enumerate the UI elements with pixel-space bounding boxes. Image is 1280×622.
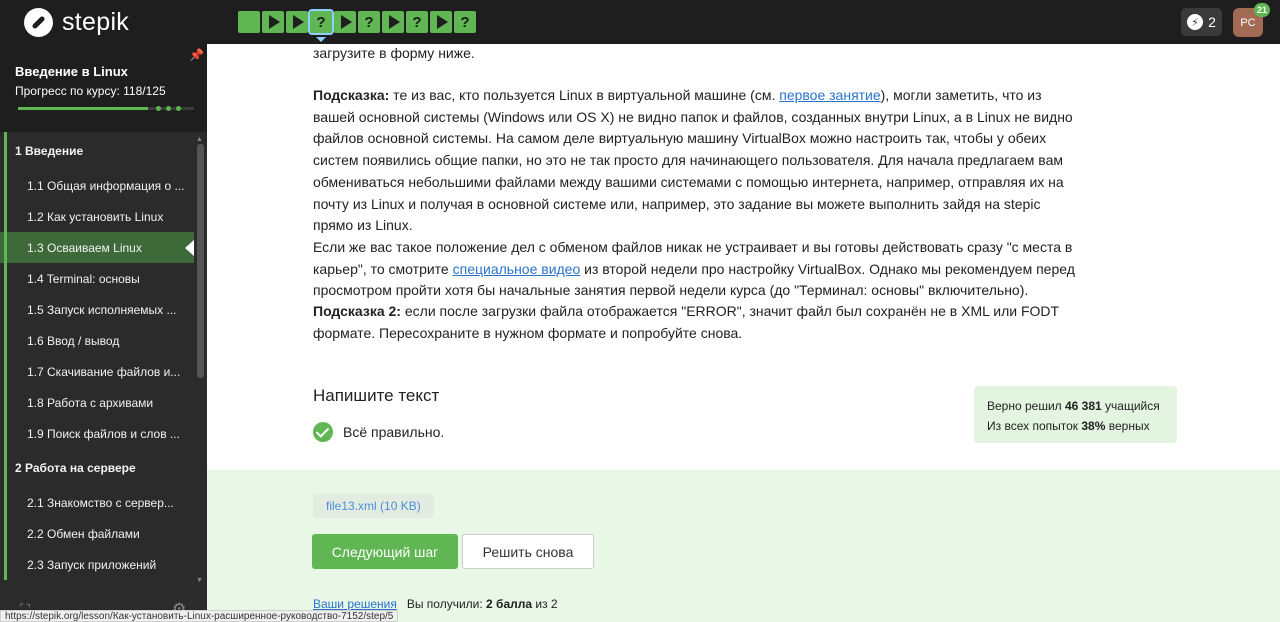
hint-2: Подсказка 2: если после загрузки файла о… xyxy=(313,301,1083,344)
score-value: 2 балла xyxy=(486,597,533,611)
sidebar-section[interactable]: 1 Введение xyxy=(0,132,207,170)
score-text: Вы получили: 2 балла из 2 xyxy=(407,597,558,611)
step-video[interactable] xyxy=(262,11,284,33)
progress-dot xyxy=(166,106,171,111)
score-row: Ваши решения Вы получили: 2 балла из 2 xyxy=(313,597,558,611)
notification-badge: 21 xyxy=(1254,3,1271,17)
step-video[interactable] xyxy=(286,11,308,33)
course-sidebar: 📌 Введение в Linux Прогресс по курсу: 11… xyxy=(0,44,207,622)
step-quiz[interactable]: ? xyxy=(454,11,476,33)
sidebar-lesson-item[interactable]: 1.1 Общая информация о ... xyxy=(0,170,207,201)
attempts-suffix: верных xyxy=(1105,419,1150,433)
score-prefix: Вы получили: xyxy=(406,597,487,611)
course-progress-bar xyxy=(18,106,194,111)
check-circle-icon xyxy=(313,422,333,442)
step-glyph: ? xyxy=(316,13,326,31)
scroll-up-icon[interactable]: ▲ xyxy=(196,136,203,143)
top-bar: stepik ???? ⚡ 2 РС 21 xyxy=(0,0,1280,44)
lesson-steps-bar: ???? xyxy=(238,9,476,42)
step-text[interactable] xyxy=(238,11,260,33)
attempts-text: Из всех попыток xyxy=(987,419,1082,433)
energy-count: 2 xyxy=(1208,14,1216,30)
step-video[interactable] xyxy=(334,11,356,33)
sidebar-lesson-item[interactable]: 1.9 Поиск файлов и слов ... xyxy=(0,418,207,449)
step-glyph: ? xyxy=(460,13,470,31)
hint-1: Подсказка: те из вас, кто пользуется Lin… xyxy=(313,85,1083,302)
stepik-logo[interactable]: stepik xyxy=(24,8,129,37)
course-progress-label: Прогресс по курсу: 118/125 xyxy=(15,84,166,98)
special-video-link[interactable]: специальное видео xyxy=(453,261,581,277)
sidebar-lesson-item[interactable]: 1.8 Работа с архивами xyxy=(0,387,207,418)
energy-counter[interactable]: ⚡ 2 xyxy=(1181,8,1222,36)
step-quiz[interactable]: ? xyxy=(308,9,334,42)
pin-icon[interactable]: 📌 xyxy=(189,48,204,62)
solved-text: Верно решил xyxy=(987,399,1065,413)
sidebar-lesson-item[interactable]: 1.3 Осваиваем Linux xyxy=(0,232,194,263)
first-lesson-link[interactable]: первое занятие xyxy=(779,87,880,103)
step-content: загрузите в форму ниже. Подсказка: те из… xyxy=(207,44,1280,622)
step-quiz[interactable]: ? xyxy=(358,11,380,33)
uploaded-file-chip[interactable]: file13.xml (10 KB) xyxy=(313,494,434,518)
intro-text: загрузите в форму ниже. xyxy=(313,45,475,61)
your-solutions-link[interactable]: Ваши решения xyxy=(313,597,397,611)
correct-status: Всё правильно. xyxy=(313,422,444,442)
brand-name: stepik xyxy=(62,8,130,36)
solve-again-button[interactable]: Решить снова xyxy=(462,534,594,569)
scroll-down-icon[interactable]: ▼ xyxy=(196,577,203,584)
lesson-list: 1 Введение 1.1 Общая информация о ... 1.2 … xyxy=(0,132,207,580)
solved-count-line: Верно решил 46 381 учащийся xyxy=(987,396,1164,416)
attempts-percent: 38% xyxy=(1081,419,1106,433)
sidebar-lesson-item[interactable]: 2.1 Знакомство с сервер... xyxy=(0,487,207,518)
course-title[interactable]: Введение в Linux xyxy=(15,64,128,79)
solve-stats: Верно решил 46 381 учащийся Из всех попы… xyxy=(974,386,1177,443)
step-glyph: ? xyxy=(412,13,422,31)
sidebar-section[interactable]: 2 Работа на сервере xyxy=(0,449,207,487)
step-quiz[interactable]: ? xyxy=(406,11,428,33)
lightning-icon: ⚡ xyxy=(1187,14,1204,30)
hint-2-label: Подсказка 2: xyxy=(313,303,401,319)
correct-text: Всё правильно. xyxy=(343,424,445,440)
progress-dot xyxy=(176,106,181,111)
sidebar-lesson-item[interactable]: 2.3 Запуск приложений xyxy=(0,549,207,580)
solved-count: 46 381 xyxy=(1065,399,1102,413)
attempts-line: Из всех попыток 38% верных xyxy=(987,416,1164,436)
sidebar-header: 📌 Введение в Linux Прогресс по курсу: 11… xyxy=(0,44,207,132)
progress-dot xyxy=(156,106,161,111)
sidebar-lesson-item[interactable]: 1.6 Ввод / вывод xyxy=(0,325,207,356)
sidebar-lesson-item[interactable]: 1.5 Запуск исполняемых ... xyxy=(0,294,207,325)
sidebar-lesson-item[interactable]: 1.7 Скачивание файлов и... xyxy=(0,356,207,387)
solved-suffix: учащийся xyxy=(1101,399,1160,413)
next-step-button[interactable]: Следующий шаг xyxy=(312,534,458,569)
hint-2-text: если после загрузки файла отображается "… xyxy=(313,303,1059,341)
status-bar-url: https://stepik.org/lesson/Как-установить… xyxy=(0,610,399,622)
sidebar-lesson-item[interactable]: 1.2 Как установить Linux xyxy=(0,201,207,232)
sidebar-lesson-item[interactable]: 1.4 Terminal: основы xyxy=(0,263,207,294)
hint-1-text-a: те из вас, кто пользуется Linux в виртуа… xyxy=(389,87,780,103)
step-video[interactable] xyxy=(382,11,404,33)
hint-1-text-b: ), могли заметить, что из вашей основной… xyxy=(313,87,1073,234)
score-max: из 2 xyxy=(532,597,558,611)
course-progress-fill xyxy=(18,107,148,110)
sidebar-scrollbar[interactable] xyxy=(197,144,204,378)
stepik-logo-icon xyxy=(24,8,53,37)
step-video[interactable] xyxy=(430,11,452,33)
step-glyph: ? xyxy=(364,13,374,31)
task-heading: Напишите текст xyxy=(313,386,440,405)
hint-1-label: Подсказка: xyxy=(313,87,390,103)
sidebar-lesson-item[interactable]: 2.2 Обмен файлами xyxy=(0,518,207,549)
